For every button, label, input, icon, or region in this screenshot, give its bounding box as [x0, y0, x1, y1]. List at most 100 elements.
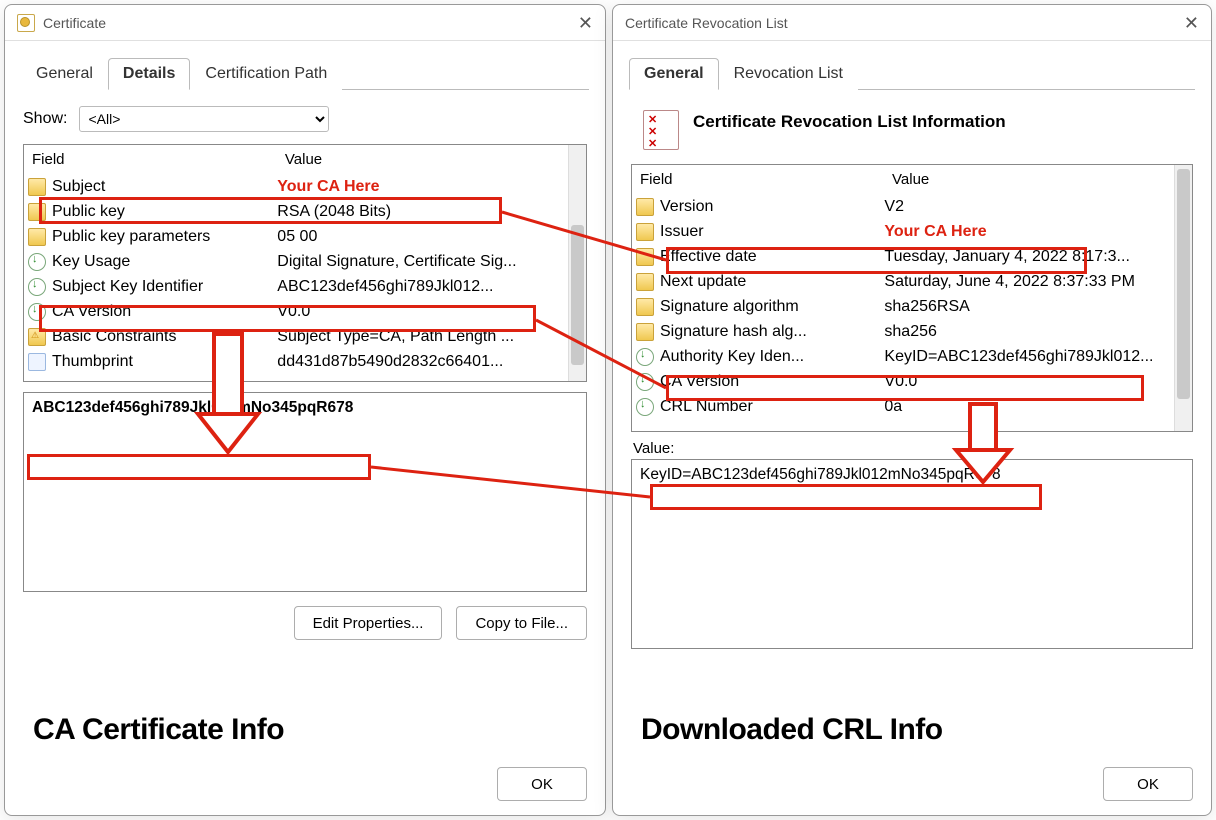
show-dropdown[interactable]: <All> — [79, 106, 329, 132]
row-field: Thumbprint — [52, 353, 277, 371]
list-item[interactable]: Key UsageDigital Signature, Certificate … — [24, 249, 586, 274]
detail-value-box[interactable]: ABC123def456ghi789Jkl012mNo345pqR678 — [23, 392, 587, 592]
column-value[interactable]: Value — [277, 145, 586, 174]
row-field: Public key parameters — [52, 228, 277, 246]
list-item[interactable]: Signature hash alg...sha256 — [632, 319, 1192, 344]
row-field: Effective date — [660, 248, 884, 266]
tab-general[interactable]: General — [21, 58, 108, 90]
list-item[interactable]: CRL Number0a — [632, 394, 1192, 419]
crl-dialog: Certificate Revocation List ✕ General Re… — [612, 4, 1212, 816]
row-icon — [636, 348, 654, 366]
column-field[interactable]: Field — [632, 165, 884, 194]
tab-general[interactable]: General — [629, 58, 719, 90]
detail-value-text: ABC123def456ghi789Jkl012mNo345pqR678 — [32, 399, 353, 416]
list-item[interactable]: CA VersionV0.0 — [24, 299, 586, 324]
row-icon — [636, 373, 654, 391]
value-label: Value: — [633, 440, 1193, 457]
row-value: V0.0 — [884, 373, 1188, 391]
row-field: Authority Key Iden... — [660, 348, 884, 366]
list-item[interactable]: IssuerYour CA Here — [632, 219, 1192, 244]
list-item[interactable]: SubjectYour CA Here — [24, 174, 586, 199]
row-icon — [636, 323, 654, 341]
fields-listbox[interactable]: Field Value SubjectYour CA HerePublic ke… — [23, 144, 587, 382]
crl-value-text: KeyID=ABC123def456ghi789Jkl012mNo345pqR6… — [640, 466, 1001, 483]
row-value: 0a — [884, 398, 1188, 416]
caption-right: Downloaded CRL Info — [631, 703, 1193, 749]
tabs-left: General Details Certification Path — [5, 41, 605, 89]
ok-button[interactable]: OK — [497, 767, 587, 801]
titlebar-left: Certificate ✕ — [5, 5, 605, 41]
row-icon — [636, 223, 654, 241]
list-item[interactable]: Next updateSaturday, June 4, 2022 8:37:3… — [632, 269, 1192, 294]
list-item[interactable]: Thumbprintdd431d87b5490d2832c66401... — [24, 349, 586, 374]
row-value: V0.0 — [277, 303, 582, 321]
row-value: sha256 — [884, 323, 1188, 341]
close-icon[interactable]: ✕ — [1184, 14, 1199, 32]
row-icon — [28, 278, 46, 296]
row-icon — [28, 328, 46, 346]
crl-title: Certificate Revocation List Information — [693, 112, 1006, 132]
copy-to-file-button[interactable]: Copy to File... — [456, 606, 587, 640]
row-value: ABC123def456ghi789Jkl012... — [277, 278, 582, 296]
row-value: Digital Signature, Certificate Sig... — [277, 253, 582, 271]
list-item[interactable]: CA VersionV0.0 — [632, 369, 1192, 394]
row-field: Signature algorithm — [660, 298, 884, 316]
row-field: Subject — [52, 178, 277, 196]
row-icon — [636, 198, 654, 216]
list-item[interactable]: Effective dateTuesday, January 4, 2022 8… — [632, 244, 1192, 269]
row-value: Saturday, June 4, 2022 8:37:33 PM — [884, 273, 1188, 291]
scrollbar[interactable] — [568, 145, 586, 381]
row-icon — [636, 398, 654, 416]
row-icon — [636, 248, 654, 266]
row-value: V2 — [884, 198, 1188, 216]
row-value: Your CA Here — [884, 223, 1188, 241]
row-field: Key Usage — [52, 253, 277, 271]
row-value: KeyID=ABC123def456ghi789Jkl012... — [884, 348, 1188, 366]
row-icon — [28, 178, 46, 196]
row-field: Signature hash alg... — [660, 323, 884, 341]
caption-left: CA Certificate Info — [23, 703, 587, 749]
column-field[interactable]: Field — [24, 145, 277, 174]
row-icon — [28, 303, 46, 321]
row-field: Issuer — [660, 223, 884, 241]
row-field: CA Version — [660, 373, 884, 391]
row-value: 05 00 — [277, 228, 582, 246]
crl-fields-listbox[interactable]: Field Value VersionV2IssuerYour CA HereE… — [631, 164, 1193, 432]
row-value: Your CA Here — [277, 178, 582, 196]
row-value: RSA (2048 Bits) — [277, 203, 582, 221]
edit-properties-button[interactable]: Edit Properties... — [294, 606, 443, 640]
row-icon — [28, 228, 46, 246]
list-item[interactable]: Subject Key IdentifierABC123def456ghi789… — [24, 274, 586, 299]
list-item[interactable]: VersionV2 — [632, 194, 1192, 219]
tabs-right: General Revocation List — [613, 41, 1211, 89]
crl-value-box[interactable]: KeyID=ABC123def456ghi789Jkl012mNo345pqR6… — [631, 459, 1193, 649]
list-item[interactable]: Authority Key Iden...KeyID=ABC123def456g… — [632, 344, 1192, 369]
row-value: Subject Type=CA, Path Length ... — [277, 328, 582, 346]
tab-details[interactable]: Details — [108, 58, 190, 90]
crl-body: ✕ Certificate Revocation List Informatio… — [613, 90, 1211, 757]
ok-button[interactable]: OK — [1103, 767, 1193, 801]
window-title: Certificate Revocation List — [625, 15, 788, 31]
tab-certification-path[interactable]: Certification Path — [190, 58, 342, 90]
crl-icon: ✕ — [643, 110, 679, 150]
cert-icon — [17, 14, 35, 32]
row-field: Subject Key Identifier — [52, 278, 277, 296]
close-icon[interactable]: ✕ — [578, 14, 593, 32]
row-field: CA Version — [52, 303, 277, 321]
list-item[interactable]: Public keyRSA (2048 Bits) — [24, 199, 586, 224]
list-item[interactable]: Signature algorithmsha256RSA — [632, 294, 1192, 319]
row-icon — [28, 253, 46, 271]
show-label: Show: — [23, 110, 67, 128]
list-item[interactable]: Public key parameters05 00 — [24, 224, 586, 249]
certificate-dialog: Certificate ✕ General Details Certificat… — [4, 4, 606, 816]
row-icon — [636, 298, 654, 316]
list-item[interactable]: Basic ConstraintsSubject Type=CA, Path L… — [24, 324, 586, 349]
scrollbar[interactable] — [1174, 165, 1192, 431]
row-icon — [28, 203, 46, 221]
row-field: Next update — [660, 273, 884, 291]
column-value[interactable]: Value — [884, 165, 1192, 194]
row-value: dd431d87b5490d2832c66401... — [277, 353, 582, 371]
tab-revocation-list[interactable]: Revocation List — [719, 58, 858, 90]
details-body: Show: <All> Field Value SubjectYour CA H… — [5, 90, 605, 757]
row-field: CRL Number — [660, 398, 884, 416]
